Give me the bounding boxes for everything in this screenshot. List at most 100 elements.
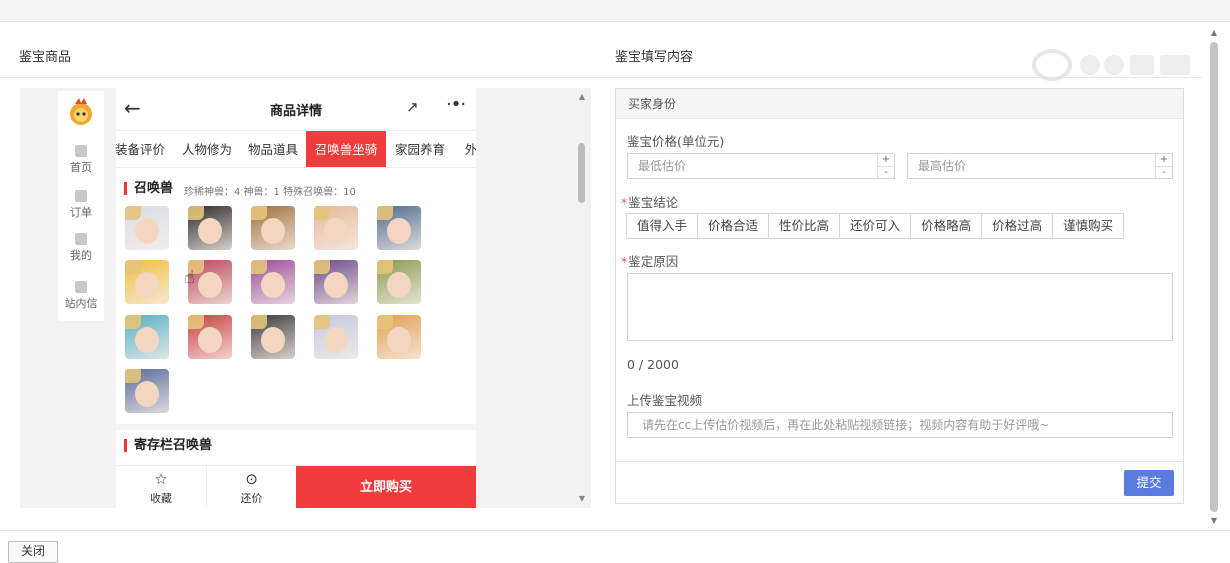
scroll-down-icon[interactable]: ▼ [1208,516,1220,525]
minus-icon[interactable]: - [878,166,894,178]
sidebar-item-0[interactable]: 首页 [58,145,104,175]
plus-icon[interactable]: + [1156,154,1172,166]
pet-face [324,218,348,244]
user-icon [75,233,87,245]
pet-avatar[interactable] [251,206,295,250]
pet-face [261,272,285,298]
pet-avatar[interactable] [125,315,169,359]
sidebar-item-label: 首页 [70,161,92,174]
left-title-divider [0,77,600,78]
conclusion-option-5[interactable]: 价格过高 [981,213,1054,239]
pet-face [261,327,285,353]
coin-icon: ⊙ [245,470,258,488]
min-price-input[interactable]: 最低估价 + - [627,153,895,179]
conclusion-option-0[interactable]: 值得入手 [626,213,699,239]
section-gap [116,424,476,430]
rarity-badge [251,315,267,329]
phone-header: ← 商品详情 ↗ ·•· [116,88,476,128]
conclusion-option-4[interactable]: 价格略高 [910,213,983,239]
pet-face [324,327,348,353]
pet-avatar[interactable] [251,315,295,359]
sidebar-item-3[interactable]: 站内信 [58,281,104,311]
pet-face [135,327,159,353]
rarity-badge [125,315,141,329]
pet-face [135,272,159,298]
pet-avatar[interactable] [314,206,358,250]
pet-avatar[interactable] [188,315,232,359]
tab-3[interactable]: 召唤兽坐骑 [306,131,386,167]
conclusion-option-1[interactable]: 价格合适 [697,213,770,239]
minus-icon[interactable]: - [1156,166,1172,178]
left-panel-title: 鉴宝商品 [19,50,72,65]
appraisal-form: 买家身份 鉴宝价格(单位元) 最低估价 + - 最高估价 + - *鉴宝结论 值得入… [615,88,1184,504]
min-price-stepper[interactable]: + - [877,154,894,178]
preview-scrollbar[interactable]: ▲ ▼ [576,88,588,508]
sidebar-item-label: 订单 [70,206,92,219]
favorite-button[interactable]: ☆ 收藏 [126,466,196,508]
char-counter: 0 / 2000 [627,357,679,372]
pet-face [135,381,159,407]
conclusion-option-3[interactable]: 还价可入 [839,213,912,239]
tab-1[interactable]: 人物修为 [176,131,238,167]
mail-icon [75,281,87,293]
pet-avatar[interactable] [314,315,358,359]
video-link-input[interactable]: 请先在cc上传估价视频后，再在此处粘贴视频链接；视频内容有助于好评哦~ [627,412,1173,438]
pet-avatar[interactable] [251,260,295,304]
pet-avatar[interactable] [125,369,169,413]
scroll-up-icon[interactable]: ▲ [1208,28,1220,37]
rarity-badge [314,260,330,274]
rarity-badge [314,206,330,220]
tab-4[interactable]: 家园养育 [388,131,452,167]
scroll-down-icon[interactable]: ▼ [576,494,588,503]
tab-5[interactable]: 外 [461,131,476,167]
bargain-button[interactable]: ⊙ 还价 [206,466,296,508]
buy-now-button[interactable]: 立即购买 [296,466,476,508]
watermark-logo [1032,49,1190,81]
pet-avatar[interactable] [314,260,358,304]
share-icon[interactable]: ↗ [406,98,419,116]
pet-avatar[interactable] [377,315,421,359]
tab-0[interactable]: 装备评价 [116,131,168,167]
max-price-stepper[interactable]: + - [1155,154,1172,178]
conclusion-label: *鉴宝结论 [621,195,679,210]
pet-avatar[interactable] [125,260,169,304]
app-logo-icon [70,98,92,125]
rarity-badge [314,315,330,329]
scroll-up-icon[interactable]: ▲ [576,92,588,101]
sidebar-item-1[interactable]: 订单 [58,190,104,220]
more-icon[interactable]: ·•· [446,94,466,115]
bottom-divider [0,530,1230,531]
plus-icon[interactable]: + [878,154,894,166]
reason-label: *鉴定原因 [621,254,679,269]
home-icon [75,145,87,157]
conclusion-option-2[interactable]: 性价比高 [768,213,841,239]
video-link-placeholder: 请先在cc上传估价视频后，再在此处粘贴视频链接；视频内容有助于好评哦~ [642,418,1050,432]
page-scrollbar[interactable]: ▲ ▼ [1208,28,1220,530]
close-button[interactable]: 关闭 [8,541,58,563]
section-title-storage: 寄存栏召唤兽 [124,439,212,452]
pet-avatar[interactable] [377,260,421,304]
rarity-badge [125,369,141,383]
pet-avatar[interactable] [377,206,421,250]
pet-face [387,327,411,353]
submit-button[interactable]: 提交 [1124,470,1174,496]
pet-face [135,218,159,244]
rarity-badge [377,315,393,329]
reason-textarea[interactable] [627,273,1173,341]
phone-bottom-bar: ☆ 收藏 ⊙ 还价 立即购买 [116,465,476,508]
buyer-identity-header: 买家身份 [616,89,1183,119]
rarity-badge [251,260,267,274]
pet-stats: 珍稀神兽：4 神兽：1 特殊召唤兽：10 [184,187,356,198]
rarity-badge [251,206,267,220]
video-label: 上传鉴宝视频 [627,393,703,408]
preview-scroll-thumb[interactable] [578,143,585,203]
price-label: 鉴宝价格(单位元) [627,134,725,149]
sidebar-item-2[interactable]: 我的 [58,233,104,263]
pet-avatar[interactable] [125,206,169,250]
max-price-input[interactable]: 最高估价 + - [907,153,1173,179]
sidebar-item-label: 我的 [70,249,92,262]
conclusion-option-6[interactable]: 谨慎购买 [1052,213,1125,239]
page-scroll-thumb[interactable] [1210,42,1218,512]
pet-avatar[interactable] [188,206,232,250]
tab-2[interactable]: 物品道具 [244,131,302,167]
